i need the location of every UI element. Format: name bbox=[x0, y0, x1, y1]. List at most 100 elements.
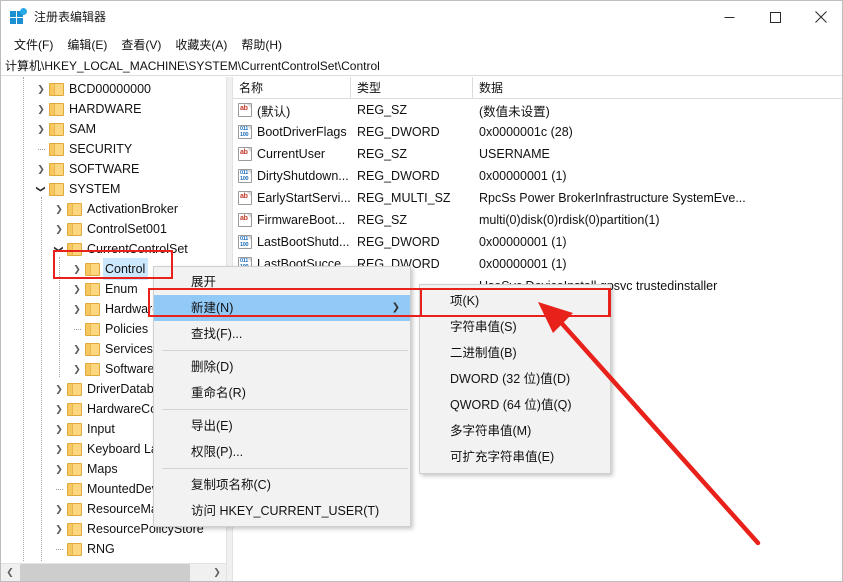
new-submenu[interactable]: 项(K)字符串值(S)二进制值(B)DWORD (32 位)值(D)QWORD … bbox=[419, 284, 611, 474]
value-name-text: FirmwareBoot... bbox=[257, 213, 345, 227]
chevron-down-icon[interactable]: ❯ bbox=[49, 241, 69, 257]
tree-item[interactable]: ❯SOFTWARE bbox=[1, 159, 206, 179]
scroll-right-icon[interactable]: ❯ bbox=[208, 564, 226, 581]
value-name-text: EarlyStartServi... bbox=[257, 191, 351, 205]
tree-horizontal-scrollbar[interactable]: ❮ ❯ bbox=[1, 563, 226, 581]
minimize-button[interactable] bbox=[706, 1, 752, 33]
window-controls bbox=[706, 1, 843, 33]
folder-icon bbox=[67, 203, 82, 216]
chevron-right-icon[interactable]: ❯ bbox=[51, 499, 67, 519]
context-menu-item[interactable]: 复制项名称(C) bbox=[154, 472, 410, 498]
string-value-icon: ab bbox=[238, 191, 252, 205]
chevron-right-icon[interactable]: ❯ bbox=[33, 79, 49, 99]
chevron-right-icon[interactable]: ❯ bbox=[51, 459, 67, 479]
tree-item[interactable]: Select bbox=[1, 559, 206, 561]
value-data-cell: RpcSs Power BrokerInfrastructure SystemE… bbox=[473, 191, 843, 205]
close-button[interactable] bbox=[798, 1, 843, 33]
chevron-right-icon[interactable]: ❯ bbox=[51, 519, 67, 539]
table-row[interactable]: abEarlyStartServi...REG_MULTI_SZRpcSs Po… bbox=[233, 187, 843, 209]
chevron-right-icon[interactable]: ❯ bbox=[51, 399, 67, 419]
value-name-text: LastBootShutd... bbox=[257, 235, 349, 249]
submenu-item[interactable]: DWORD (32 位)值(D) bbox=[420, 366, 610, 392]
menu-edit[interactable]: 编辑(E) bbox=[60, 34, 114, 55]
value-data-cell: 0x0000001c (28) bbox=[473, 125, 843, 139]
table-row[interactable]: abFirmwareBoot...REG_SZmulti(0)disk(0)rd… bbox=[233, 209, 843, 231]
value-name-cell: abFirmwareBoot... bbox=[233, 213, 351, 227]
submenu-item[interactable]: 二进制值(B) bbox=[420, 340, 610, 366]
context-menu-item[interactable]: 访问 HKEY_CURRENT_USER(T) bbox=[154, 498, 410, 524]
tree-item[interactable]: ❯ControlSet001 bbox=[1, 219, 206, 239]
tree-item[interactable]: RNG bbox=[1, 539, 206, 559]
chevron-right-icon[interactable]: ❯ bbox=[51, 439, 67, 459]
chevron-right-icon[interactable]: ❯ bbox=[69, 339, 85, 359]
table-row[interactable]: 011100DirtyShutdown...REG_DWORD0x0000000… bbox=[233, 165, 843, 187]
tree-item[interactable]: ❯SAM bbox=[1, 119, 206, 139]
chevron-right-icon[interactable]: ❯ bbox=[51, 419, 67, 439]
dword-value-icon: 011100 bbox=[238, 125, 252, 139]
table-row[interactable]: ab(默认)REG_SZ(数值未设置) bbox=[233, 99, 843, 121]
value-name-cell: ab EarlyStartServi... bbox=[233, 191, 351, 205]
tree-item[interactable]: SECURITY bbox=[1, 139, 206, 159]
context-menu-item-label: 展开 bbox=[191, 275, 216, 289]
chevron-right-icon[interactable]: ❯ bbox=[51, 379, 67, 399]
tree-item[interactable]: ❯BCD00000000 bbox=[1, 79, 206, 99]
context-menu[interactable]: 展开新建(N)❯ 查找(F)... 删除(D)重命名(R) 导出(E)权限(P)...… bbox=[153, 266, 411, 527]
address-bar[interactable]: 计算机\HKEY_LOCAL_MACHINE\SYSTEM\CurrentCon… bbox=[1, 56, 843, 76]
menu-file[interactable]: 文件(F) bbox=[7, 34, 60, 55]
chevron-right-icon[interactable]: ❯ bbox=[33, 99, 49, 119]
tree-item[interactable]: ❯CurrentControlSet bbox=[1, 239, 206, 259]
tree-leaf-marker bbox=[33, 139, 49, 159]
menu-help[interactable]: 帮助(H) bbox=[234, 34, 289, 55]
column-header-name[interactable]: 名称 bbox=[233, 77, 351, 99]
chevron-right-icon[interactable]: ❯ bbox=[69, 279, 85, 299]
menu-favorites[interactable]: 收藏夹(A) bbox=[168, 34, 234, 55]
context-menu-item[interactable]: 删除(D) bbox=[154, 354, 410, 380]
tree-item-label: Control bbox=[103, 258, 148, 280]
chevron-right-icon[interactable]: ❯ bbox=[69, 259, 85, 279]
column-header-data[interactable]: 数据 bbox=[473, 77, 843, 99]
tree-item[interactable]: ❯ActivationBroker bbox=[1, 199, 206, 219]
context-menu-item[interactable]: 权限(P)... bbox=[154, 439, 410, 465]
submenu-item[interactable]: QWORD (64 位)值(Q) bbox=[420, 392, 610, 418]
submenu-item[interactable]: 可扩充字符串值(E) bbox=[420, 444, 610, 470]
folder-icon bbox=[67, 443, 82, 456]
submenu-item[interactable]: 字符串值(S) bbox=[420, 314, 610, 340]
folder-icon bbox=[67, 223, 82, 236]
horizontal-scroll-thumb[interactable] bbox=[20, 564, 190, 581]
table-row[interactable]: abCurrentUserREG_SZUSERNAME bbox=[233, 143, 843, 165]
menu-view[interactable]: 查看(V) bbox=[114, 34, 168, 55]
context-menu-item[interactable]: 新建(N)❯ bbox=[154, 295, 410, 321]
registry-editor-icon bbox=[10, 9, 26, 25]
folder-icon bbox=[67, 383, 82, 396]
chevron-right-icon[interactable]: ❯ bbox=[33, 119, 49, 139]
context-menu-item-label: 查找(F)... bbox=[191, 327, 242, 341]
value-type-cell: REG_SZ bbox=[351, 213, 473, 227]
chevron-right-icon[interactable]: ❯ bbox=[69, 299, 85, 319]
chevron-down-icon[interactable]: ❯ bbox=[31, 181, 51, 197]
tree-item-label: Select bbox=[87, 559, 122, 561]
chevron-right-icon[interactable]: ❯ bbox=[69, 359, 85, 379]
column-header-type[interactable]: 类型 bbox=[351, 77, 473, 99]
table-row[interactable]: 011100BootDriverFlagsREG_DWORD0x0000001c… bbox=[233, 121, 843, 143]
context-menu-item[interactable]: 重命名(R) bbox=[154, 380, 410, 406]
tree-item[interactable]: ❯HARDWARE bbox=[1, 99, 206, 119]
folder-icon bbox=[67, 423, 82, 436]
tree-item[interactable]: ❯SYSTEM bbox=[1, 179, 206, 199]
scroll-left-icon[interactable]: ❮ bbox=[1, 564, 19, 581]
dword-value-icon: 011100 bbox=[238, 169, 252, 183]
chevron-right-icon[interactable]: ❯ bbox=[33, 159, 49, 179]
context-menu-item[interactable]: 查找(F)... bbox=[154, 321, 410, 347]
tree-item-label: SECURITY bbox=[69, 139, 132, 159]
chevron-right-icon[interactable]: ❯ bbox=[51, 219, 67, 239]
context-menu-item[interactable]: 导出(E) bbox=[154, 413, 410, 439]
submenu-item[interactable]: 多字符串值(M) bbox=[420, 418, 610, 444]
value-data-cell: 0x00000001 (1) bbox=[473, 257, 843, 271]
submenu-item[interactable]: 项(K) bbox=[420, 288, 610, 314]
maximize-button[interactable] bbox=[752, 1, 798, 33]
context-menu-item[interactable]: 展开 bbox=[154, 269, 410, 295]
folder-icon bbox=[85, 283, 100, 296]
value-name-cell: 011100LastBootShutd... bbox=[233, 235, 351, 249]
chevron-right-icon[interactable]: ❯ bbox=[51, 199, 67, 219]
table-row[interactable]: 011100LastBootShutd...REG_DWORD0x0000000… bbox=[233, 231, 843, 253]
menu-separator bbox=[162, 350, 408, 351]
